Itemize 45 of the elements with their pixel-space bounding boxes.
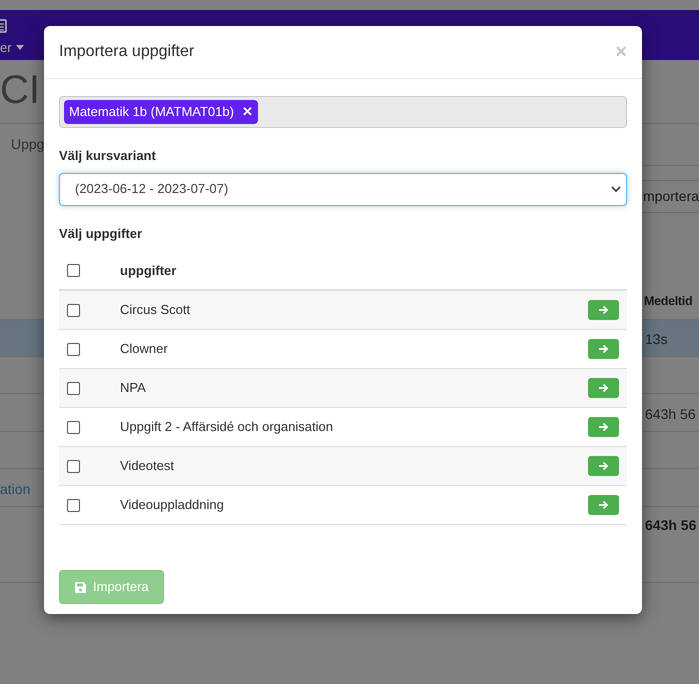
open-button[interactable]: [588, 339, 619, 359]
save-icon: [74, 580, 87, 594]
checkbox[interactable]: [67, 382, 80, 394]
list-icon[interactable]: [0, 19, 7, 33]
nav-menu[interactable]: er: [0, 38, 24, 58]
task-name: Videotest: [120, 457, 175, 476]
chevron-down-icon: [611, 186, 621, 192]
arrow-right-icon: [598, 461, 609, 471]
variant-select[interactable]: (2023-06-12 - 2023-07-07): [59, 172, 627, 206]
dialog-title: Importera uppgifter: [59, 42, 194, 62]
checkbox[interactable]: [67, 342, 80, 356]
course-tag: Matematik 1b (MATMAT01b) ✕: [64, 100, 258, 124]
table-cell-text: 13s: [645, 330, 668, 349]
checkbox[interactable]: [67, 264, 80, 277]
table-cell-text: 643h 56: [645, 404, 696, 424]
total-cell-text: 643h 56: [645, 516, 696, 535]
open-button[interactable]: [588, 300, 619, 320]
checkbox[interactable]: [67, 498, 80, 512]
task-name: Uppgift 2 - Affärsidé och organisation: [120, 418, 334, 436]
remove-button[interactable]: ✕: [242, 102, 253, 122]
table-link[interactable]: ation: [0, 478, 30, 500]
checkbox[interactable]: [67, 460, 80, 472]
open-button[interactable]: [588, 378, 619, 398]
arrow-right-icon: [598, 305, 609, 315]
course-field[interactable]: Matematik 1b (MATMAT01b) ✕: [59, 96, 627, 128]
checkbox[interactable]: [67, 420, 80, 434]
tab[interactable]: Uppg: [11, 134, 44, 155]
field-label: Välj kursvariant: [59, 147, 157, 165]
column-header: uppgifter: [120, 262, 176, 280]
arrow-right-icon: [598, 500, 609, 510]
column-header: Medeltid: [644, 293, 692, 310]
arrow-right-icon: [598, 344, 609, 354]
open-button[interactable]: [588, 417, 619, 437]
arrow-right-icon: [598, 383, 609, 393]
open-button[interactable]: [588, 495, 619, 515]
task-name: Videouppladdning: [120, 496, 225, 514]
field-label: Välj uppgifter: [59, 224, 144, 243]
caret-icon: [16, 45, 24, 50]
task-name: Clowner: [120, 340, 169, 358]
checkbox[interactable]: [67, 304, 80, 316]
page-heading: CI: [0, 67, 40, 114]
task-name: Circus Scott: [120, 301, 192, 320]
open-button[interactable]: [588, 456, 619, 476]
arrow-right-icon: [598, 422, 609, 432]
task-name: NPA: [120, 379, 147, 398]
